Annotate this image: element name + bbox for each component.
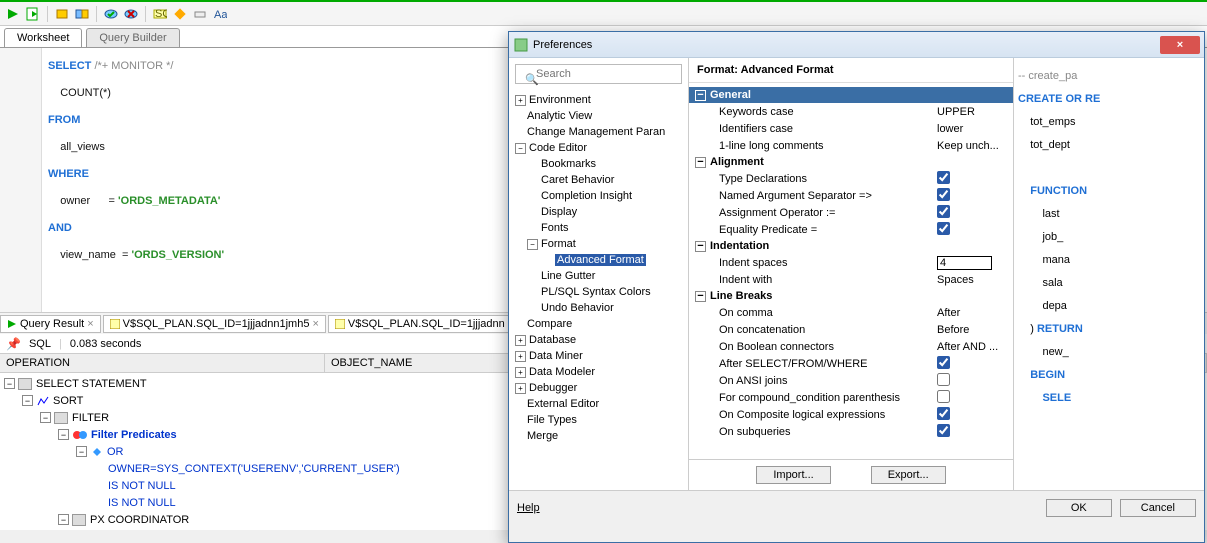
category-pane: 🔍 +Environment Analytic View Change Mana… bbox=[509, 58, 689, 490]
expand-icon[interactable]: + bbox=[515, 367, 526, 378]
chk-composite[interactable] bbox=[937, 407, 950, 420]
expand-icon[interactable]: + bbox=[515, 95, 526, 106]
close-icon[interactable]: × bbox=[87, 318, 93, 330]
export-button[interactable]: Export... bbox=[871, 466, 946, 484]
dialog-title: Preferences bbox=[529, 39, 1160, 51]
svg-text:Aa: Aa bbox=[214, 9, 227, 21]
tree-collapse-icon[interactable]: − bbox=[58, 429, 69, 440]
expand-icon[interactable]: + bbox=[515, 335, 526, 346]
category-tree[interactable]: +Environment Analytic View Change Manage… bbox=[509, 90, 688, 490]
rollback-icon[interactable] bbox=[122, 5, 140, 23]
import-button[interactable]: Import... bbox=[756, 466, 830, 484]
chk-namedarg[interactable] bbox=[937, 188, 950, 201]
indent-spaces-input[interactable] bbox=[937, 256, 992, 270]
sql-icon[interactable]: SQL bbox=[151, 5, 169, 23]
format-preview: -- create_pa CREATE OR RE tot_emps tot_d… bbox=[1014, 58, 1204, 490]
chk-paren[interactable] bbox=[937, 390, 950, 403]
options-heading: Format: Advanced Format bbox=[689, 58, 1013, 83]
group-general[interactable]: −General bbox=[689, 87, 1013, 103]
group-indent[interactable]: −Indentation bbox=[689, 238, 1013, 254]
run-script-icon[interactable] bbox=[24, 5, 42, 23]
pin-icon[interactable]: 📌 bbox=[6, 337, 21, 351]
tree-collapse-icon[interactable]: − bbox=[58, 514, 69, 525]
tab-plan-2[interactable]: V$SQL_PLAN.SQL_ID=1jjjadnn bbox=[328, 315, 512, 333]
search-input[interactable] bbox=[515, 64, 682, 84]
autotrace-icon[interactable] bbox=[73, 5, 91, 23]
tab-query-result[interactable]: Query Result× bbox=[0, 315, 101, 333]
status-time: 0.083 seconds bbox=[70, 338, 142, 350]
tab-worksheet[interactable]: Worksheet bbox=[4, 28, 82, 47]
chk-assign[interactable] bbox=[937, 205, 950, 218]
collapse-icon[interactable]: − bbox=[527, 239, 538, 250]
ok-button[interactable]: OK bbox=[1046, 499, 1112, 517]
help-link[interactable]: Help bbox=[517, 502, 540, 514]
group-linebreaks[interactable]: −Line Breaks bbox=[689, 288, 1013, 304]
collapse-icon[interactable]: − bbox=[515, 143, 526, 154]
col-operation[interactable]: OPERATION bbox=[0, 354, 325, 372]
expand-icon[interactable]: + bbox=[515, 383, 526, 394]
search-box: 🔍 bbox=[515, 64, 682, 84]
tab-plan-1[interactable]: V$SQL_PLAN.SQL_ID=1jjjadnn1jmh5× bbox=[103, 315, 326, 333]
close-button[interactable]: × bbox=[1160, 36, 1200, 54]
main-toolbar: SQL Aa bbox=[0, 2, 1207, 26]
preferences-dialog: Preferences × 🔍 +Environment Analytic Vi… bbox=[508, 31, 1205, 543]
font-icon[interactable]: Aa bbox=[211, 5, 229, 23]
svg-text:SQL: SQL bbox=[155, 8, 167, 20]
cancel-button[interactable]: Cancel bbox=[1120, 499, 1196, 517]
tree-collapse-icon[interactable]: − bbox=[22, 395, 33, 406]
search-icon: 🔍 bbox=[525, 73, 539, 86]
tree-collapse-icon[interactable]: − bbox=[4, 378, 15, 389]
group-alignment[interactable]: −Alignment bbox=[689, 154, 1013, 170]
options-pane: Format: Advanced Format −General Keyword… bbox=[689, 58, 1014, 490]
status-sql: SQL bbox=[29, 338, 51, 350]
chk-typedecl[interactable] bbox=[937, 171, 950, 184]
pref-icon bbox=[513, 37, 529, 53]
chk-equality[interactable] bbox=[937, 222, 950, 235]
chk-after-sfw[interactable] bbox=[937, 356, 950, 369]
tree-advanced-format[interactable]: Advanced Format bbox=[513, 252, 686, 268]
commit-icon[interactable] bbox=[102, 5, 120, 23]
expand-icon[interactable]: + bbox=[515, 351, 526, 362]
chk-ansi[interactable] bbox=[937, 373, 950, 386]
run-icon[interactable] bbox=[4, 5, 22, 23]
dialog-titlebar: Preferences × bbox=[509, 32, 1204, 58]
eraser-icon[interactable] bbox=[191, 5, 209, 23]
tree-collapse-icon[interactable]: − bbox=[76, 446, 87, 457]
tab-querybuilder[interactable]: Query Builder bbox=[86, 28, 179, 47]
chk-subquery[interactable] bbox=[937, 424, 950, 437]
close-icon[interactable]: × bbox=[312, 318, 318, 330]
pencil-icon[interactable] bbox=[171, 5, 189, 23]
tree-collapse-icon[interactable]: − bbox=[40, 412, 51, 423]
explain-icon[interactable] bbox=[53, 5, 71, 23]
